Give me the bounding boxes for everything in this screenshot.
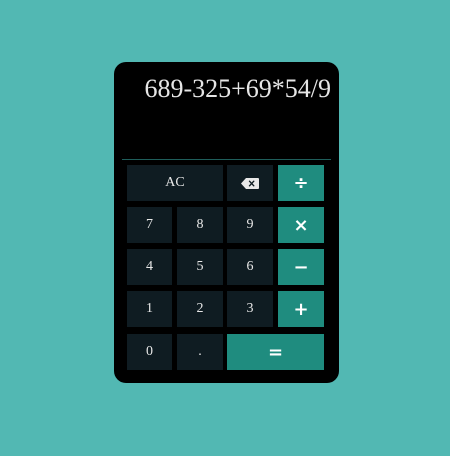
digit-0-button[interactable]: 0: [127, 334, 172, 370]
digit-9-button[interactable]: 9: [227, 207, 273, 243]
calculator: 689-325+69*54/9 AC ÷ 7 8 9 × 4 5 6 − 1 2…: [114, 62, 339, 383]
equals-button[interactable]: =: [227, 334, 324, 370]
backspace-button[interactable]: [227, 165, 273, 201]
digit-8-button[interactable]: 8: [177, 207, 223, 243]
digit-2-button[interactable]: 2: [177, 291, 223, 327]
multiply-button[interactable]: ×: [278, 207, 324, 243]
add-button[interactable]: +: [278, 291, 324, 327]
digit-5-button[interactable]: 5: [177, 249, 223, 285]
clear-button[interactable]: AC: [127, 165, 223, 201]
digit-4-button[interactable]: 4: [127, 249, 172, 285]
calculator-display: 689-325+69*54/9: [122, 62, 331, 160]
digit-7-button[interactable]: 7: [127, 207, 172, 243]
backspace-icon: [241, 177, 259, 189]
digit-1-button[interactable]: 1: [127, 291, 172, 327]
expression-readout: 689-325+69*54/9: [144, 74, 331, 103]
digit-3-button[interactable]: 3: [227, 291, 273, 327]
decimal-button[interactable]: .: [177, 334, 223, 370]
subtract-button[interactable]: −: [278, 249, 324, 285]
divide-button[interactable]: ÷: [278, 165, 324, 201]
digit-6-button[interactable]: 6: [227, 249, 273, 285]
